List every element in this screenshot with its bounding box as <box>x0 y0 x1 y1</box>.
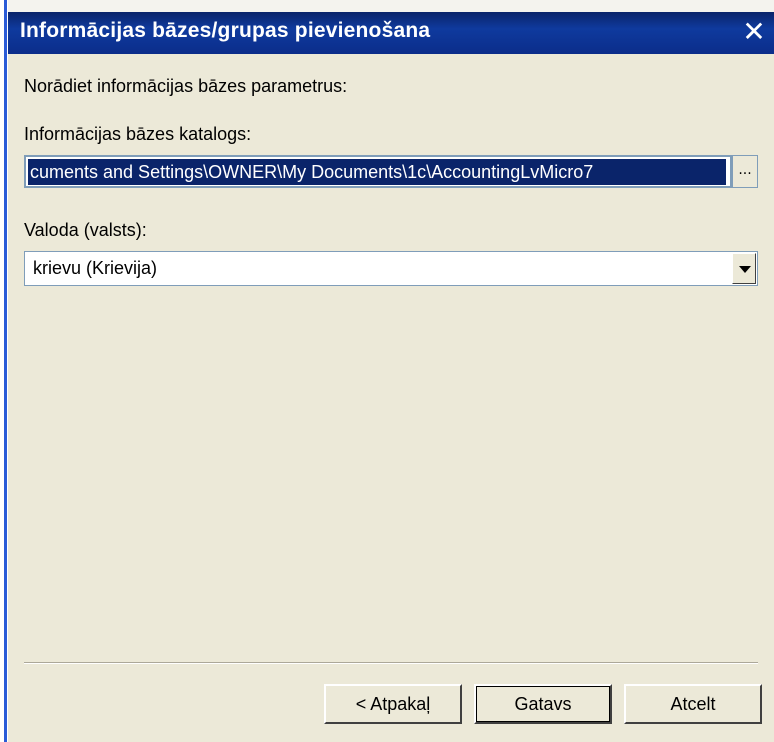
dialog-title: Informācijas bāzes/grupas pievienošana <box>20 19 431 42</box>
close-icon[interactable]: ✕ <box>740 18 768 46</box>
directory-field-frame <box>24 155 732 188</box>
title-bar[interactable]: Informācijas bāzes/grupas pievienošana ✕ <box>8 12 774 54</box>
background-window-strip <box>8 0 774 12</box>
background-window-border <box>4 0 7 742</box>
browse-button[interactable]: ... <box>732 155 758 188</box>
directory-label: Informācijas bāzes katalogs: <box>24 124 252 144</box>
language-select[interactable]: krievu (Krievija) <box>24 251 758 286</box>
chevron-down-icon <box>739 266 751 273</box>
back-button[interactable]: < Atpakaļ <box>324 684 462 724</box>
cancel-button[interactable]: Atcelt <box>624 684 762 724</box>
button-separator <box>24 662 758 664</box>
dropdown-button[interactable] <box>732 253 756 284</box>
background-window-edge <box>0 0 8 742</box>
directory-input[interactable] <box>28 159 726 185</box>
intro-label: Norādiet informācijas bāzes parametrus: <box>24 76 348 96</box>
finish-button[interactable]: Gatavs <box>474 684 612 724</box>
dialog-window: Informācijas bāzes/grupas pievienošana ✕… <box>8 12 774 742</box>
language-selected-value: krievu (Krievija) <box>33 258 158 278</box>
language-label: Valoda (valsts): <box>24 220 147 240</box>
